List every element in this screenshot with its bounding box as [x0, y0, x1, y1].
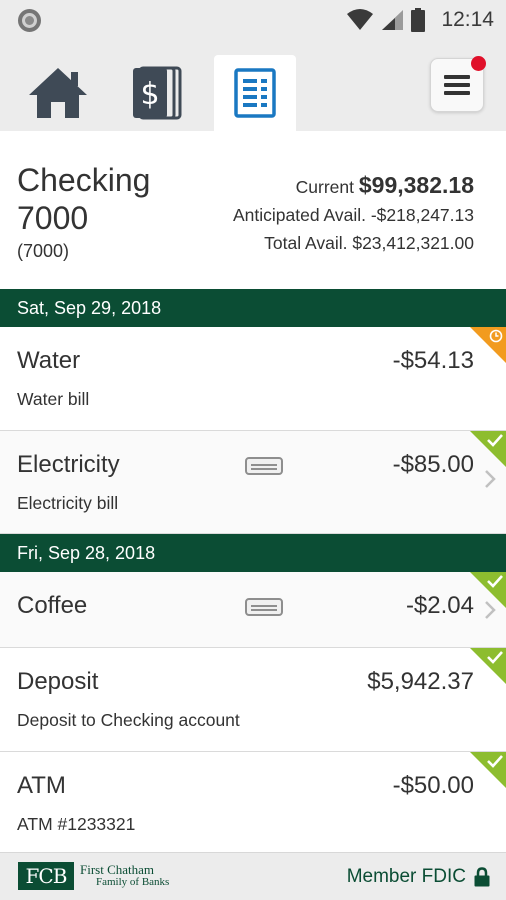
lock-icon [474, 867, 490, 887]
hamburger-menu-icon [444, 75, 470, 95]
transaction-amount: -$85.00 [392, 451, 474, 478]
footer: FCB First Chatham Family of Banks Member… [0, 852, 506, 900]
transaction-row[interactable]: ATM -$50.00 ATM #1233321 [0, 752, 506, 852]
transaction-amount: -$2.04 [405, 592, 474, 619]
logo-line-2: Family of Banks [96, 876, 170, 888]
current-balance-value: $99,382.18 [358, 172, 474, 198]
transaction-name: Coffee [17, 592, 88, 619]
transaction-name: Water [17, 347, 81, 374]
current-balance-label: Current [295, 177, 354, 197]
transaction-description: Electricity bill [17, 493, 119, 513]
date-header: Sat, Sep 29, 2018 [0, 289, 506, 327]
date-header: Fri, Sep 28, 2018 [0, 534, 506, 572]
anticipated-balance-line: Anticipated Avail. -$218,247.13 [233, 201, 474, 229]
current-balance-line: Current $99,382.18 [233, 171, 474, 201]
checkmark-icon [487, 651, 503, 664]
transaction-row[interactable]: Electricity -$85.00 Electricity bill [0, 431, 506, 534]
clock-icon [489, 329, 503, 343]
document-list-icon [234, 68, 276, 118]
account-name: Checking 7000 [17, 162, 151, 236]
checkmark-icon [487, 575, 503, 588]
checkmark-icon [487, 755, 503, 768]
notification-badge [471, 56, 486, 71]
battery-icon [411, 8, 426, 32]
chevron-right-icon [485, 470, 496, 488]
transaction-name: ATM [17, 772, 66, 799]
anticipated-balance-label: Anticipated Avail. [233, 205, 366, 225]
transaction-description: Water bill [17, 389, 90, 409]
dollar-cards-icon: $ [133, 66, 182, 120]
transaction-description: Deposit to Checking account [17, 710, 240, 730]
transaction-amount: -$54.13 [392, 347, 474, 374]
transaction-description: ATM #1233321 [17, 814, 136, 834]
menu-button[interactable] [430, 56, 486, 112]
bank-logo: FCB First Chatham Family of Banks [18, 862, 169, 890]
svg-text:$: $ [140, 77, 159, 112]
checkmark-icon [487, 434, 503, 447]
tab-home[interactable] [17, 55, 99, 131]
anticipated-balance-value: -$218,247.13 [370, 205, 474, 225]
receipt-icon [245, 457, 283, 475]
total-balance-label: Total Avail. [264, 233, 348, 253]
transaction-row[interactable]: Water -$54.13 Water bill [0, 327, 506, 431]
tab-transactions[interactable] [214, 55, 296, 131]
nav-bar: $ [0, 40, 506, 131]
logo-line-1: First Chatham [80, 862, 155, 877]
transaction-row[interactable]: Coffee -$2.04 [0, 572, 506, 648]
status-time: 12:14 [441, 8, 494, 31]
transaction-amount: $5,942.37 [367, 668, 474, 695]
wifi-icon [347, 9, 374, 30]
account-balances: Current $99,382.18 Anticipated Avail. -$… [233, 171, 474, 257]
account-summary: Checking 7000 (7000) Current $99,382.18 … [0, 131, 506, 289]
receipt-icon [245, 598, 283, 616]
transaction-name: Electricity [17, 451, 120, 478]
transaction-row[interactable]: Deposit $5,942.37 Deposit to Checking ac… [0, 648, 506, 752]
transaction-amount: -$50.00 [392, 772, 474, 799]
status-bar: 12:14 [0, 0, 506, 40]
transaction-name: Deposit [17, 668, 99, 695]
total-balance-value: $23,412,321.00 [352, 233, 474, 253]
cell-signal-icon [382, 10, 404, 30]
logo-mark: FCB [18, 862, 74, 890]
fdic-label: Member FDIC [346, 866, 466, 887]
tab-accounts[interactable]: $ [116, 55, 198, 131]
status-icons: 12:14 [347, 6, 494, 34]
account-number: (7000) [17, 241, 70, 261]
total-balance-line: Total Avail. $23,412,321.00 [233, 229, 474, 257]
logo-wordmark: First Chatham Family of Banks [80, 863, 169, 889]
home-icon [29, 68, 87, 118]
member-fdic: Member FDIC [347, 866, 490, 888]
notification-dot-icon [18, 9, 41, 32]
